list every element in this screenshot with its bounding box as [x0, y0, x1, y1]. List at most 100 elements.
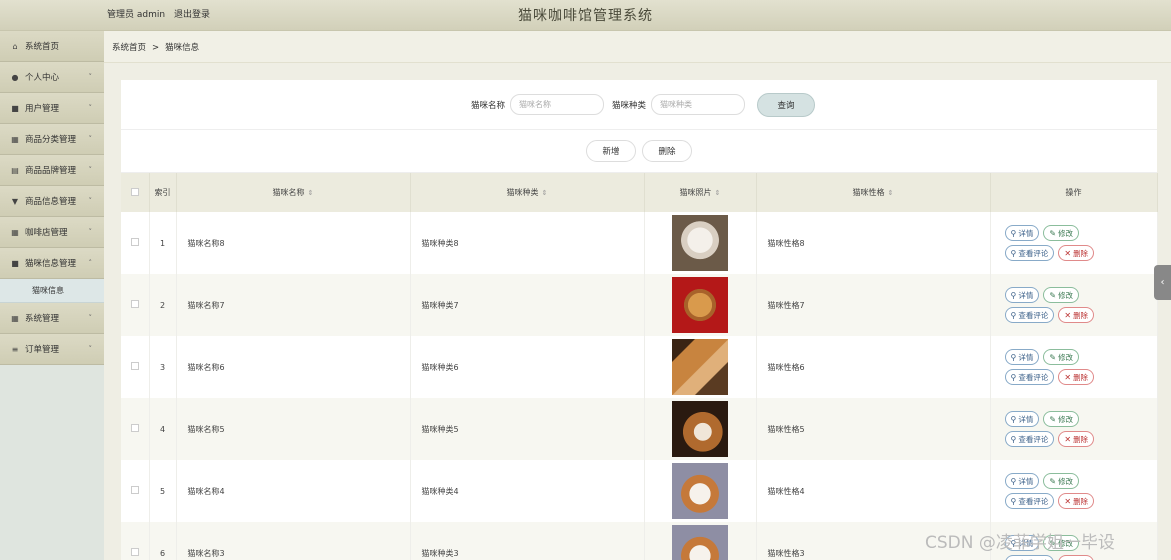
- delete-row-button[interactable]: ✕删除: [1058, 245, 1095, 261]
- row-name: 猫咪名称4: [176, 460, 411, 522]
- sort-icon[interactable]: ⇕: [715, 189, 721, 197]
- edit-label: 修改: [1058, 414, 1074, 424]
- delete-row-button[interactable]: ✕删除: [1058, 307, 1095, 323]
- header-ops: 操作: [990, 173, 1158, 212]
- delete-row-button[interactable]: ✕删除: [1058, 369, 1095, 385]
- detail-button[interactable]: ⚲ 详情: [1004, 349, 1040, 365]
- sort-icon[interactable]: ⇕: [308, 189, 314, 197]
- breadcrumb-home[interactable]: 系统首页: [112, 43, 146, 53]
- delete-row-button[interactable]: ✕删除: [1058, 431, 1095, 447]
- edit-button[interactable]: ✎ 修改: [1043, 287, 1080, 303]
- detail-button[interactable]: ⚲ 详情: [1004, 411, 1040, 427]
- row-index: 1: [149, 212, 177, 274]
- detail-label: 详情: [1018, 228, 1034, 238]
- select-all-checkbox[interactable]: [121, 173, 150, 212]
- edit-label: 修改: [1058, 290, 1074, 300]
- pet-photo: [672, 277, 728, 333]
- chevron-icon: ˅: [88, 197, 93, 205]
- batch-delete-button[interactable]: 删除: [642, 140, 692, 162]
- comments-label: 查看评论: [1018, 372, 1049, 382]
- row-ops: ⚲详情✎修改⚲查看评论✕删除: [990, 336, 1158, 398]
- header-type[interactable]: 猫咪种类 ⇕: [410, 173, 645, 212]
- user-icon: ●: [11, 72, 19, 82]
- sidebar-item[interactable]: ■ 猫咪信息管理 ˄: [0, 248, 104, 279]
- row-photo-cell: [644, 460, 757, 522]
- view-comments-button[interactable]: ⚲查看评论: [1004, 493, 1055, 509]
- sidebar-item[interactable]: ▤ 商品品牌管理 ˅: [0, 155, 104, 186]
- edit-button[interactable]: ✎ 修改: [1043, 225, 1080, 241]
- sort-icon[interactable]: ⇕: [542, 189, 548, 197]
- detail-button[interactable]: ⚲ 详情: [1004, 287, 1040, 303]
- sidebar-item[interactable]: ● 个人中心 ˅: [0, 62, 104, 93]
- row-checkbox[interactable]: [121, 398, 150, 460]
- type-search-input[interactable]: 猫咪种类: [651, 94, 746, 115]
- view-comments-button[interactable]: ⚲查看评论: [1004, 369, 1055, 385]
- detail-button[interactable]: ⚲ 详情: [1004, 225, 1040, 241]
- search-icon: ⚲: [1010, 228, 1017, 238]
- comments-label: 查看评论: [1018, 496, 1049, 506]
- header-personality-label: 猫咪性格: [852, 188, 885, 197]
- sidebar-item[interactable]: ▼ 商品信息管理 ˅: [0, 186, 104, 217]
- query-button[interactable]: 查询: [757, 92, 816, 117]
- sidebar-item[interactable]: ■ 用户管理 ˅: [0, 93, 104, 124]
- row-checkbox[interactable]: [121, 212, 150, 274]
- row-type: 猫咪种类7: [410, 274, 645, 336]
- detail-label: 详情: [1018, 290, 1034, 300]
- collapse-handle-icon[interactable]: ‹: [1154, 265, 1171, 300]
- row-name: 猫咪名称8: [176, 212, 411, 274]
- toolbar: 新增 删除: [121, 130, 1157, 173]
- delete-row-button[interactable]: ✕删除: [1058, 493, 1095, 509]
- sidebar-subitem-cat-info[interactable]: 猫咪信息: [0, 279, 104, 303]
- header-personality[interactable]: 猫咪性格 ⇕: [756, 173, 991, 212]
- row-type: 猫咪种类5: [410, 398, 645, 460]
- view-comments-button[interactable]: ⚲查看评论: [1004, 431, 1055, 447]
- search-icon: ⚲: [1010, 372, 1017, 382]
- sidebar-item[interactable]: ≡ 订单管理 ˅: [0, 334, 104, 365]
- header-name[interactable]: 猫咪名称 ⇕: [176, 173, 411, 212]
- pencil-icon: ✎: [1049, 352, 1057, 362]
- sidebar-item[interactable]: ▦ 咖啡店管理 ˅: [0, 217, 104, 248]
- breadcrumb: 系统首页 > 猫咪信息: [104, 31, 1171, 63]
- breadcrumb-current: 猫咪信息: [165, 43, 200, 53]
- table-header-row: 索引 猫咪名称 ⇕ 猫咪种类 ⇕ 猫咪照片 ⇕ 猫咪性格 ⇕ 操作: [121, 173, 1158, 212]
- edit-button[interactable]: ✎ 修改: [1043, 349, 1080, 365]
- header-photo[interactable]: 猫咪照片 ⇕: [644, 173, 757, 212]
- search-icon: ⚲: [1010, 352, 1017, 362]
- pet-photo: [672, 401, 728, 457]
- type-search-label: 猫咪种类: [612, 100, 647, 111]
- chevron-icon: ˅: [88, 104, 93, 112]
- view-comments-button[interactable]: ⚲查看评论: [1004, 245, 1055, 261]
- detail-label: 详情: [1018, 414, 1034, 424]
- table-row: 1 猫咪名称8 猫咪种类8 猫咪性格8 ⚲ 详情 ✎ 修改 ⚲ 查看评论 ✕ 删除: [121, 212, 1158, 274]
- row-checkbox[interactable]: [121, 336, 150, 398]
- grid-icon: ▦: [11, 134, 19, 144]
- row-name: 猫咪名称7: [176, 274, 411, 336]
- edit-button[interactable]: ✎ 修改: [1043, 473, 1080, 489]
- search-icon: ⚲: [1010, 434, 1017, 444]
- chevron-icon: ˅: [88, 166, 93, 174]
- sort-icon[interactable]: ⇕: [888, 189, 894, 197]
- detail-button[interactable]: ⚲ 详情: [1004, 473, 1040, 489]
- top-header: 管理员 admin 退出登录 猫咪咖啡馆管理系统: [0, 0, 1171, 31]
- row-index: 4: [149, 398, 177, 460]
- close-icon: ✕: [1064, 434, 1072, 444]
- list-icon: ≡: [11, 344, 19, 354]
- name-search-input[interactable]: 猫咪名称: [510, 94, 604, 115]
- delete-row-button[interactable]: ✕删除: [1058, 555, 1095, 560]
- row-checkbox[interactable]: [121, 274, 150, 336]
- row-personality: 猫咪性格8: [756, 212, 991, 274]
- header-photo-label: 猫咪照片: [679, 188, 712, 197]
- sidebar-item[interactable]: ⌂ 系统首页: [0, 31, 104, 62]
- edit-button[interactable]: ✎ 修改: [1043, 411, 1080, 427]
- view-comments-button[interactable]: ⚲查看评论: [1004, 555, 1055, 560]
- sidebar-item[interactable]: ▦ 系统管理 ˅: [0, 303, 104, 334]
- add-button[interactable]: 新增: [586, 140, 636, 162]
- sidebar-item-label: 猫咪信息管理: [25, 259, 77, 269]
- chevron-icon: ˅: [88, 228, 93, 236]
- row-checkbox[interactable]: [121, 522, 150, 560]
- view-comments-button[interactable]: ⚲查看评论: [1004, 307, 1055, 323]
- sidebar-item[interactable]: ▦ 商品分类管理 ˅: [0, 124, 104, 155]
- row-checkbox[interactable]: [121, 460, 150, 522]
- pencil-icon: ✎: [1049, 290, 1057, 300]
- edit-label: 修改: [1058, 476, 1074, 486]
